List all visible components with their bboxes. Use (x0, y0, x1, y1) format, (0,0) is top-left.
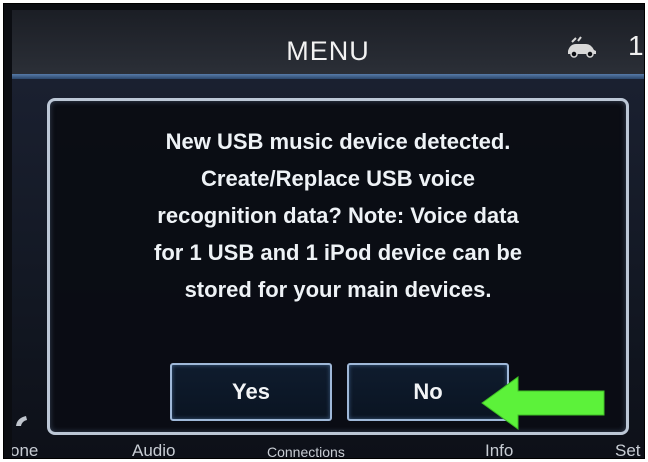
infotainment-screen: MENU 1 one Audio Connections Info Set Ne… (12, 10, 644, 458)
page-title: MENU (286, 36, 370, 66)
dialog-message: New USB music device detected. Create/Re… (62, 123, 614, 308)
nav-settings[interactable]: Set (615, 441, 641, 458)
green-arrow-annotation (481, 376, 605, 430)
nav-connections[interactable]: Connections (267, 444, 345, 458)
clock: 1 (628, 30, 644, 61)
message-line: Create/Replace USB voice (201, 166, 475, 191)
message-line: for 1 USB and 1 iPod device can be (154, 240, 522, 265)
bottom-nav: one Audio Connections Info Set (12, 438, 644, 458)
message-line: New USB music device detected. (165, 129, 511, 154)
nav-info[interactable]: Info (485, 441, 513, 458)
photo-frame: MENU 1 one Audio Connections Info Set Ne… (3, 3, 645, 459)
yes-button[interactable]: Yes (170, 363, 332, 421)
message-line: recognition data? Note: Voice data (157, 203, 519, 228)
top-bar: MENU 1 (12, 10, 644, 74)
nav-phone[interactable]: one (12, 441, 38, 458)
nav-audio[interactable]: Audio (132, 441, 175, 458)
message-line: stored for your main devices. (184, 277, 492, 302)
phone-icon[interactable] (14, 414, 32, 430)
car-icon (568, 36, 596, 58)
